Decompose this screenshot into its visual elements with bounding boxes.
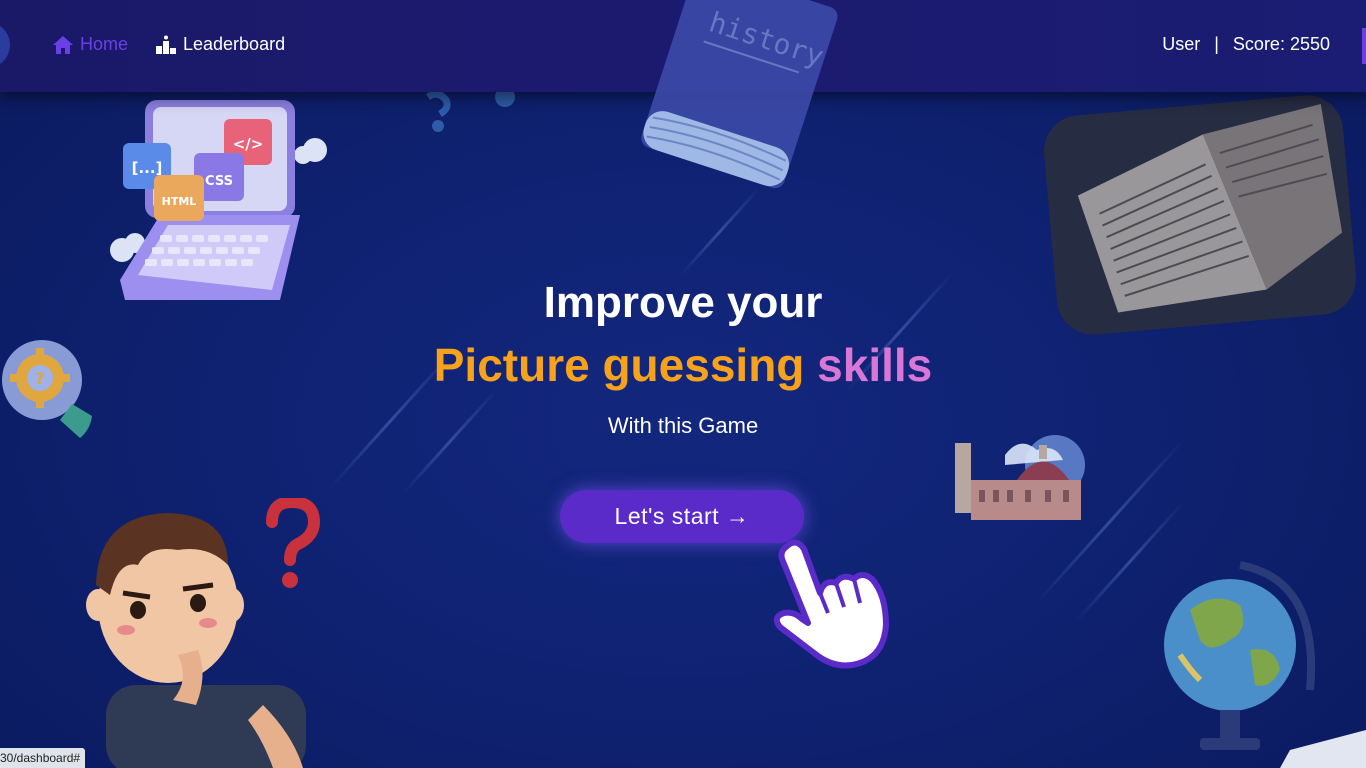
hero-tagline: With this Game [607,413,759,438]
nav-home-link[interactable]: Home [52,34,128,55]
user-info: User | Score: 2550 [1162,34,1330,55]
globe-icon [1164,561,1366,768]
cathedral-illustration [955,435,1085,520]
history-book-illustration: history [641,0,838,189]
hero-subheading: Picture guessing skills [0,338,1366,392]
svg-text:</>: </> [233,135,264,153]
hero-heading: Improve your [543,278,823,327]
home-icon [53,35,73,54]
nav-home-label: Home [80,34,129,54]
thinking-boy-illustration [86,513,306,768]
hero-highlight-pink: skills [817,339,933,391]
nav-separator: | [1214,34,1219,54]
bg-streak [402,388,498,495]
user-name[interactable]: User [1162,34,1200,55]
status-bar-url: 30/dashboard# [0,748,86,768]
laptop-code-illustration: [...] </> CSS HTML [110,100,327,300]
nav-right-accent [1362,28,1366,64]
score-display: Score: 2550 [1232,34,1330,54]
podium-icon [156,35,176,54]
hero-highlight-orange: Picture guessing [433,339,805,391]
nav-leaderboard-link[interactable]: Leaderboard [155,34,285,55]
svg-text:HTML: HTML [162,195,197,208]
small-question-icon [425,92,515,132]
svg-text:CSS: CSS [205,174,233,189]
svg-text:[...]: [...] [132,159,163,177]
hand-pointer-icon [773,539,889,669]
nav-left-accent [0,22,10,68]
nav-leaderboard-label: Leaderboard [183,34,286,54]
